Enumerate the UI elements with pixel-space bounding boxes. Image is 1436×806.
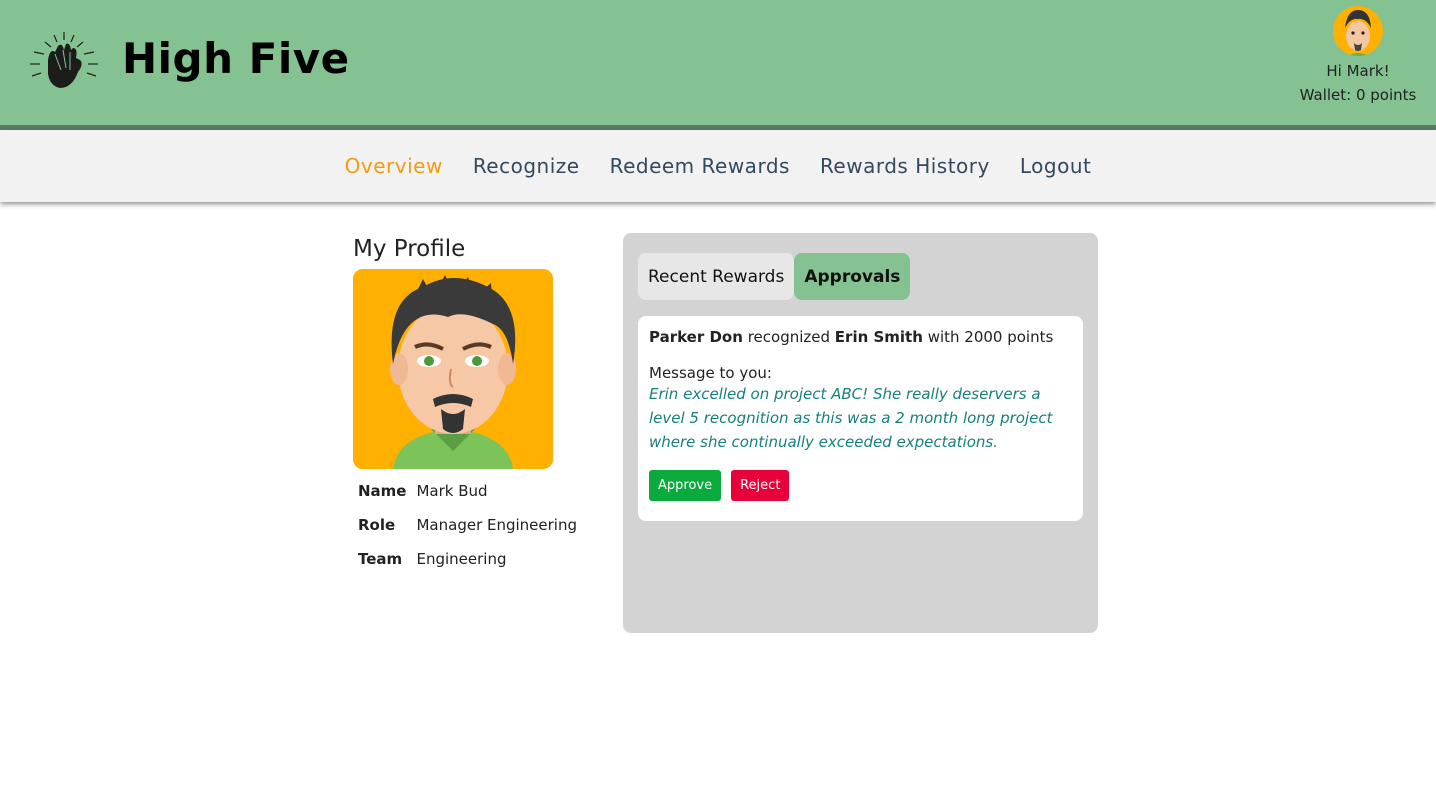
approval-summary: Parker Don recognized Erin Smith with 20… (649, 328, 1072, 346)
receiver-name: Erin Smith (834, 328, 923, 346)
profile-details: Name Mark Bud Role Manager Engineering T… (353, 474, 582, 576)
nav-logout[interactable]: Logout (1020, 154, 1091, 178)
profile-value: Manager Engineering (416, 516, 578, 534)
profile-row-role: Role Manager Engineering (353, 508, 582, 542)
profile-avatar (353, 269, 553, 469)
wallet-text: Wallet: 0 points (1299, 86, 1417, 104)
nav-overview[interactable]: Overview (345, 154, 443, 178)
user-avatar[interactable] (1333, 6, 1383, 56)
nav-recognize[interactable]: Recognize (473, 154, 580, 178)
profile-value: Engineering (416, 550, 507, 568)
app-header: High Five Hi Mark! Wallet: 0 points (0, 0, 1436, 130)
profile-row-team: Team Engineering (353, 542, 582, 576)
tab-recent-rewards[interactable]: Recent Rewards (638, 253, 795, 300)
greeting-text: Hi Mark! (1326, 62, 1390, 80)
nav-redeem-rewards[interactable]: Redeem Rewards (610, 154, 790, 178)
brand-title: High Five (122, 34, 350, 83)
profile-label: Role (358, 516, 396, 534)
profile-title: My Profile (353, 236, 466, 262)
tab-approvals[interactable]: Approvals (794, 253, 911, 300)
nav-rewards-history[interactable]: Rewards History (820, 154, 990, 178)
approve-button[interactable]: Approve (649, 470, 722, 501)
approval-actions: Approve Reject (649, 470, 1072, 501)
profile-label: Team (358, 550, 403, 568)
profile-label: Name (358, 482, 407, 500)
giver-name: Parker Don (649, 328, 743, 346)
main-nav: Overview Recognize Redeem Rewards Reward… (0, 130, 1436, 202)
profile-value: Mark Bud (416, 482, 488, 500)
high-five-logo-icon (30, 32, 98, 88)
message-label: Message to you: (649, 364, 772, 382)
avatar-face-icon (1345, 10, 1371, 56)
reject-button[interactable]: Reject (731, 470, 790, 501)
rewards-panel: Recent Rewards Approvals Parker Don reco… (623, 233, 1098, 633)
profile-row-name: Name Mark Bud (353, 474, 582, 508)
panel-tabs: Recent Rewards Approvals (638, 253, 911, 300)
approval-verb: recognized (747, 328, 831, 346)
approval-card: Parker Don recognized Erin Smith with 20… (638, 316, 1083, 521)
approval-message: Erin excelled on project ABC! She really… (649, 385, 1053, 451)
approval-points: with 2000 points (927, 328, 1054, 346)
avatar-portrait-icon (353, 269, 553, 469)
user-info: Hi Mark! Wallet: 0 points (1298, 6, 1418, 107)
